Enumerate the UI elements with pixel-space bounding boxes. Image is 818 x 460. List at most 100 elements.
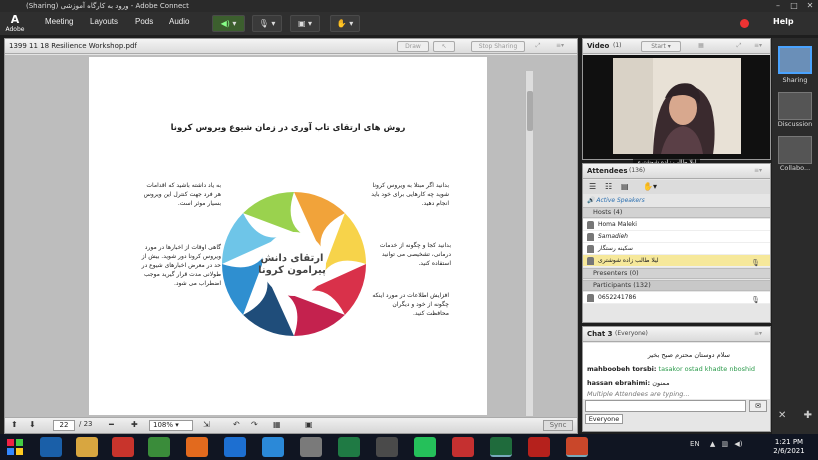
maximize-icon[interactable]: □ xyxy=(786,0,802,12)
pointer-button[interactable]: ↖ xyxy=(433,41,455,52)
menu-pods[interactable]: Pods xyxy=(135,17,153,26)
prev-page-icon[interactable]: ⬆ xyxy=(11,420,18,429)
share-pod-toolbar: ⬆ ⬇ 22 / 23 ━ 108% ▾ ✚ ⇲ ↶ ↷ ▦ ▣ Sync xyxy=(5,417,577,433)
send-button[interactable]: ✉ xyxy=(749,400,767,412)
scrollbar-thumb[interactable] xyxy=(527,91,533,131)
role-view-icon[interactable]: ☷ xyxy=(605,182,612,191)
stop-sharing-button[interactable]: Stop Sharing xyxy=(471,41,525,52)
layout-sharing[interactable] xyxy=(778,46,812,74)
fullscreen-icon[interactable]: ⤢ xyxy=(733,41,745,52)
zoom-out-icon[interactable]: ━ xyxy=(109,420,114,429)
microphone-button[interactable]: 🎙 ▾ xyxy=(252,15,282,32)
chat-tab-everyone[interactable]: Everyone xyxy=(585,414,623,424)
tray-arrow-icon[interactable]: ▲ xyxy=(710,440,715,448)
powerpoint-icon[interactable] xyxy=(566,437,588,457)
chrome-icon[interactable] xyxy=(148,437,170,457)
edge-icon[interactable] xyxy=(262,437,284,457)
grid-view-icon[interactable]: ▦ xyxy=(695,41,707,52)
presenters-section[interactable]: Presenters (0) xyxy=(583,268,770,279)
slide-text-left-2: گاهی اوقات از اخبارها در مورد ویروس کرون… xyxy=(141,244,221,287)
media-player-icon[interactable] xyxy=(112,437,134,457)
teamviewer-icon[interactable] xyxy=(224,437,246,457)
chat-message: سلام دوستان محترم صبح بخیر xyxy=(647,351,730,359)
participants-section[interactable]: Participants (132) xyxy=(583,280,770,291)
pod-menu-icon[interactable]: ≡▾ xyxy=(751,166,765,177)
undo-icon[interactable]: ↶ xyxy=(233,420,240,429)
document-viewer: روش های ارتقای تاب آوری در زمان شیوع ویر… xyxy=(5,55,577,417)
close-icon[interactable]: ✕ xyxy=(802,0,818,12)
attendee-row-selected[interactable]: لیلا طالب زاده شوشتری 🎙 xyxy=(583,255,770,267)
zoom-select[interactable]: 108% ▾ xyxy=(149,420,193,431)
menu-audio[interactable]: Audio xyxy=(169,17,189,26)
sync-button[interactable]: Sync xyxy=(543,420,573,431)
chat-pod-header: Chat 3 (Everyone) ≡▾ xyxy=(583,327,770,342)
participant-icon xyxy=(587,294,594,302)
hosts-section[interactable]: Hosts (4) xyxy=(583,207,770,218)
app-icon[interactable] xyxy=(300,437,322,457)
list-view-icon[interactable]: ☰ xyxy=(589,182,596,191)
chat-input[interactable] xyxy=(585,400,746,412)
menu-help[interactable]: Help xyxy=(773,17,794,26)
excel-window-icon[interactable] xyxy=(490,437,512,457)
internet-explorer-icon[interactable] xyxy=(40,437,62,457)
attendees-toolbar: ☰ ☷ ▤ ✋▾ xyxy=(583,180,770,194)
fullscreen-icon[interactable]: ⤢ xyxy=(531,41,545,52)
excel-icon[interactable] xyxy=(338,437,360,457)
vertical-scrollbar[interactable] xyxy=(525,71,533,416)
firefox-icon[interactable] xyxy=(186,437,208,457)
minimize-icon[interactable]: – xyxy=(770,0,786,12)
speaker-button[interactable]: ◀) ▾ xyxy=(212,15,245,32)
layout-collaboration[interactable] xyxy=(778,136,812,164)
pod-menu-icon[interactable]: ≡▾ xyxy=(751,41,765,52)
raise-hand-status-icon[interactable]: ✋▾ xyxy=(643,182,657,191)
grid-icon[interactable]: ▦ xyxy=(273,420,281,429)
adobe-app-icon[interactable] xyxy=(452,437,474,457)
share-pod: 1399 11 18 Resilience Workshop.pdf Draw … xyxy=(4,38,578,434)
pod-menu-icon[interactable]: ≡▾ xyxy=(751,329,765,340)
whatsapp-icon[interactable] xyxy=(414,437,436,457)
show-thumbnails-icon[interactable]: ▣ xyxy=(305,420,313,429)
video-pod-title: Video xyxy=(587,42,610,50)
attendee-row[interactable]: Samadieh xyxy=(583,231,770,243)
windows-start-icon[interactable] xyxy=(6,438,24,456)
input-language[interactable]: EN xyxy=(690,440,700,448)
draw-button[interactable]: Draw xyxy=(397,41,429,52)
media-app-icon[interactable] xyxy=(376,437,398,457)
attendees-pod-header: Attendees (136) ≡▾ xyxy=(583,164,770,179)
start-webcam-button[interactable]: Start ▾ xyxy=(641,41,681,52)
network-icon[interactable]: ▥ xyxy=(722,440,729,448)
pointer-icon: ↖ xyxy=(441,43,447,50)
attendee-row[interactable]: Homa Maleki xyxy=(583,219,770,231)
attendee-row[interactable]: 0652241786 🎙 xyxy=(583,292,770,304)
close-layout-icon[interactable]: ✕ xyxy=(778,410,786,421)
clock-date: 2/6/2021 xyxy=(773,447,805,455)
system-tray: EN ▲ ▥ ◀) xyxy=(690,440,743,448)
zoom-in-icon[interactable]: ✚ xyxy=(131,420,138,429)
next-page-icon[interactable]: ⬇ xyxy=(29,420,36,429)
taskbar-clock[interactable]: 1:21 PM 2/6/2021 xyxy=(770,438,808,456)
raise-hand-button[interactable]: ✋ ▾ xyxy=(330,15,360,32)
page-total: / 23 xyxy=(79,420,93,428)
attendees-pod-title: Attendees xyxy=(587,167,628,175)
page-number-input[interactable]: 22 xyxy=(53,420,75,431)
volume-icon[interactable]: ◀) xyxy=(734,440,742,448)
menu-layouts[interactable]: Layouts xyxy=(90,17,118,26)
layout-discussion[interactable] xyxy=(778,92,812,120)
hand-icon: ✋ xyxy=(336,19,347,28)
fit-width-icon[interactable]: ⇲ xyxy=(203,420,210,429)
chat-scope: (Everyone) xyxy=(615,330,648,337)
file-explorer-icon[interactable] xyxy=(76,437,98,457)
acrobat-icon[interactable] xyxy=(528,437,550,457)
speaker-icon: 🔊 xyxy=(587,197,597,204)
pod-menu-icon[interactable]: ≡▾ xyxy=(553,41,567,52)
attendee-row[interactable]: سکینه رستگار xyxy=(583,243,770,255)
menu-meeting[interactable]: Meeting xyxy=(45,17,73,26)
pdf-slide: روش های ارتقای تاب آوری در زمان شیوع ویر… xyxy=(89,57,487,415)
redo-icon[interactable]: ↷ xyxy=(251,420,258,429)
share-pod-title: 1399 11 18 Resilience Workshop.pdf xyxy=(9,42,137,50)
menu-bar: A Adobe Meeting Layouts Pods Audio ◀) ▾ 🎙… xyxy=(0,12,818,35)
webcam-button[interactable]: ▣ ▾ xyxy=(290,15,320,32)
add-layout-icon[interactable]: ✚ xyxy=(804,410,812,421)
slide-title: روش های ارتقای تاب آوری در زمان شیوع ویر… xyxy=(170,123,406,133)
status-view-icon[interactable]: ▤ xyxy=(621,182,629,191)
